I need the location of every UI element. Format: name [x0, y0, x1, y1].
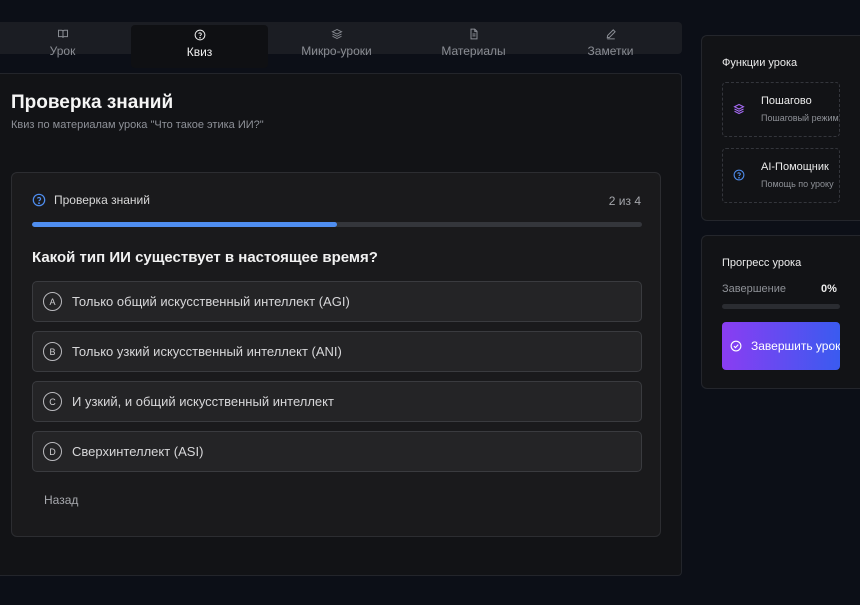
check-circle-icon [730, 340, 742, 352]
completion-label: Завершение [722, 283, 786, 295]
help-circle-icon [194, 29, 205, 41]
book-icon [57, 29, 68, 38]
layers-icon [330, 28, 343, 40]
feature-subtitle: Помощь по уроку [761, 179, 834, 189]
tab-label: Микро-уроки [301, 44, 372, 58]
help-circle-icon [32, 193, 46, 207]
quiz-progress-bar [32, 222, 642, 227]
back-button[interactable]: Назад [44, 493, 78, 507]
option-text: Только узкий искусственный интеллект (AN… [72, 344, 342, 359]
tab-label: Материалы [441, 44, 506, 58]
finish-lesson-button[interactable]: Завершить урок [722, 322, 840, 370]
progress-title: Прогресс урока [722, 257, 802, 269]
tab-bar: Урок Квиз Микро-уроки Материалы Заметки [0, 22, 682, 68]
feature-title: Пошагово [761, 95, 812, 107]
tab-label: Квиз [186, 45, 213, 59]
completion-value: 0% [821, 283, 837, 295]
option-text: И узкий, и общий искусственный интеллект [72, 394, 334, 409]
answer-option-b[interactable]: B Только узкий искусственный интеллект (… [32, 331, 642, 372]
option-text: Только общий искусственный интеллект (AG… [72, 294, 350, 309]
finish-lesson-label: Завершить урок [751, 339, 840, 353]
help-circle-icon [733, 169, 745, 181]
option-letter: A [43, 292, 62, 311]
file-text-icon [470, 28, 477, 40]
option-letter: B [43, 342, 62, 361]
lesson-progress-card: Прогресс урока Завершение 0% Завершить у… [701, 235, 860, 389]
page-title: Проверка знаний [11, 92, 174, 113]
lesson-features-card: Функции урока Пошагово Пошаговый режим A… [701, 35, 860, 221]
page-subtitle: Квиз по материалам урока "Что такое этик… [11, 119, 264, 131]
tab-lesson[interactable]: Урок [0, 22, 131, 66]
features-title: Функции урока [722, 57, 798, 69]
answer-option-a[interactable]: A Только общий искусственный интеллект (… [32, 281, 642, 322]
tab-quiz[interactable]: Квиз [131, 25, 268, 68]
answer-option-d[interactable]: D Сверхинтеллект (ASI) [32, 431, 642, 472]
tab-notes[interactable]: Заметки [542, 22, 679, 66]
quiz-header: Проверка знаний [32, 193, 150, 207]
option-letter: C [43, 392, 62, 411]
tab-micro-lessons[interactable]: Микро-уроки [268, 22, 405, 66]
answer-option-c[interactable]: C И узкий, и общий искусственный интелле… [32, 381, 642, 422]
tab-label: Заметки [587, 44, 634, 58]
quiz-header-label: Проверка знаний [54, 193, 150, 207]
question-counter: 2 из 4 [608, 194, 641, 208]
option-letter: D [43, 442, 62, 461]
feature-title: AI-Помощник [761, 161, 829, 173]
completion-progress-bar [722, 304, 840, 309]
feature-subtitle: Пошаговый режим [761, 113, 839, 123]
tab-materials[interactable]: Материалы [405, 22, 542, 66]
option-text: Сверхинтеллект (ASI) [72, 444, 204, 459]
quiz-card: Проверка знаний 2 из 4 Какой тип ИИ суще… [11, 172, 661, 537]
pen-icon [606, 29, 616, 40]
layers-icon [733, 103, 745, 115]
feature-step-by-step[interactable]: Пошагово Пошаговый режим [722, 82, 840, 137]
feature-ai-assistant[interactable]: AI-Помощник Помощь по уроку [722, 148, 840, 203]
question-text: Какой тип ИИ существует в настоящее врем… [32, 249, 378, 266]
quiz-progress-fill [32, 222, 337, 227]
tab-label: Урок [49, 44, 76, 58]
